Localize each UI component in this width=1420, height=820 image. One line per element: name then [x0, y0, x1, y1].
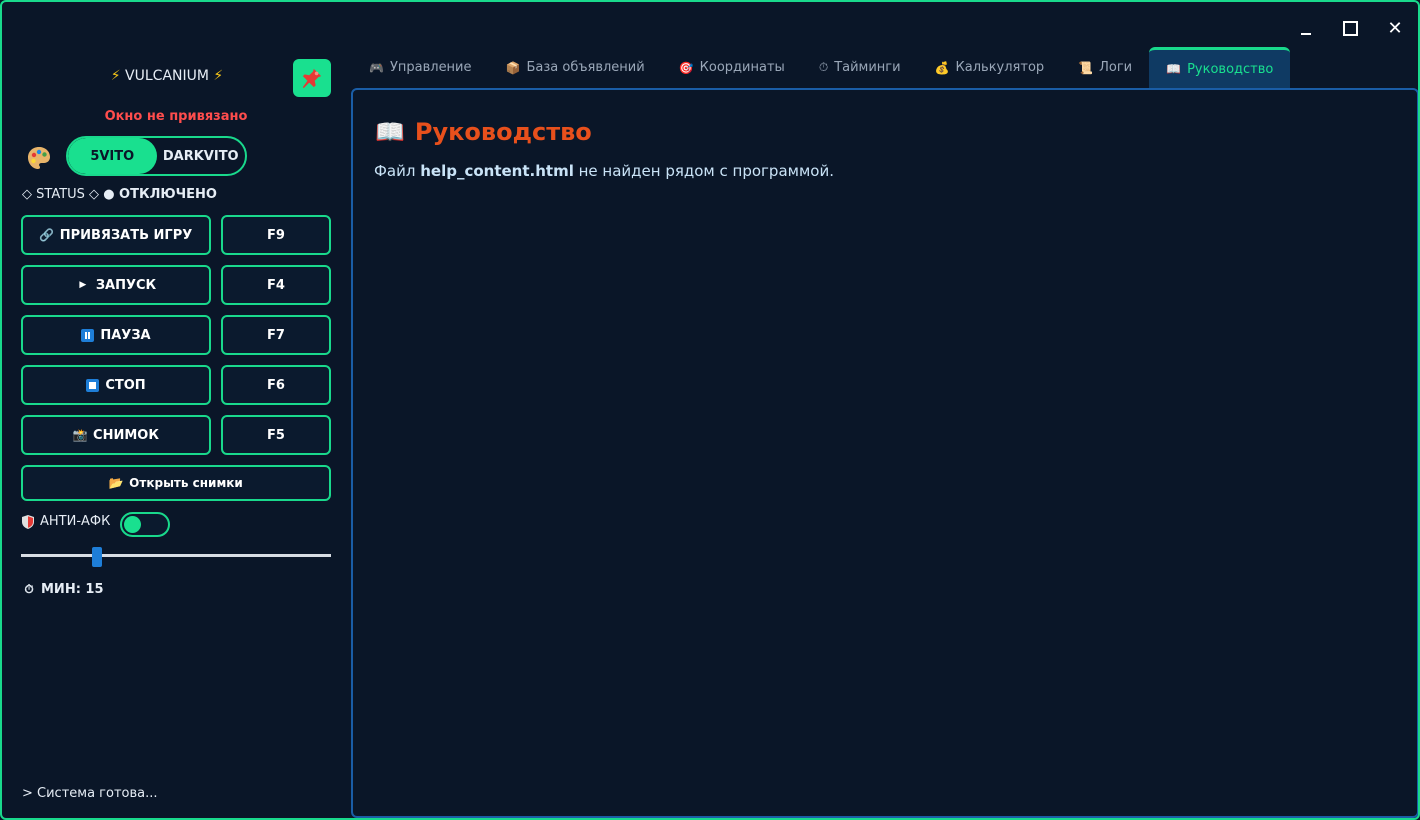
bind-game-button[interactable]: 🔗 ПРИВЯЗАТЬ ИГРУ	[21, 215, 211, 255]
pin-button[interactable]	[293, 59, 331, 97]
anti-afk-label: АНТИ-АФК	[22, 514, 110, 529]
tab-bar: 🎮 Управление 📦 База объявлений 🎯 Координ…	[352, 47, 1291, 88]
mode-switch: 5VITO DARKVITO	[66, 136, 247, 176]
status-line: ◇ STATUS ◇ ● ОТКЛЮЧЕНО	[22, 187, 217, 202]
page-title: 📖 Руководство	[375, 118, 592, 146]
open-snapshots-button[interactable]: 📂 Открыть снимки	[21, 465, 331, 501]
start-label: ЗАПУСК	[95, 277, 157, 293]
maximize-icon[interactable]	[1338, 16, 1362, 40]
minimize-icon[interactable]	[1294, 16, 1318, 40]
app-brand: ⚡ VULCANIUM ⚡	[62, 68, 272, 84]
stopwatch-icon: ⏱	[24, 582, 34, 596]
tab-logs[interactable]: 📜 Логи	[1061, 47, 1149, 88]
tab-label: Тайминги	[834, 60, 901, 75]
folder-icon: 📂	[108, 476, 124, 490]
tab-coordinates[interactable]: 🎯 Координаты	[662, 47, 802, 88]
guide-panel: 📖 Руководство Файл help_content.html не …	[351, 88, 1418, 818]
book-icon: 📖	[1166, 62, 1182, 76]
brand-name: VULCANIUM	[125, 68, 209, 84]
hotkey-snapshot-button[interactable]: F5	[221, 415, 331, 455]
missing-filename: help_content.html	[420, 162, 574, 180]
book-icon: 📖	[375, 118, 405, 146]
minutes-label: ⏱ МИН: 15	[22, 582, 104, 597]
tab-guide[interactable]: 📖 Руководство	[1149, 47, 1291, 88]
lightning-icon: ⚡	[110, 68, 121, 84]
mode-option-5vito[interactable]: 5VITO	[68, 138, 157, 174]
tab-label: Калькулятор	[955, 60, 1045, 75]
target-icon: 🎯	[678, 60, 694, 75]
minutes-value: МИН: 15	[41, 582, 104, 597]
minutes-slider-thumb[interactable]	[92, 547, 102, 567]
start-button[interactable]: ▶ ЗАПУСК	[21, 265, 211, 305]
toggle-knob	[124, 516, 141, 533]
box-icon: 📦	[505, 60, 521, 75]
anti-afk-text: АНТИ-АФК	[40, 514, 111, 529]
mode-option-darkvito[interactable]: DARKVITO	[157, 138, 246, 174]
scroll-icon: 📜	[1078, 60, 1094, 75]
snapshot-button[interactable]: 📸 СНИМОК	[21, 415, 211, 455]
stopwatch-icon: ⏱	[818, 60, 829, 74]
tab-timings[interactable]: ⏱ Тайминги	[802, 47, 918, 88]
anti-afk-toggle[interactable]	[120, 512, 170, 537]
lightning-icon: ⚡	[213, 68, 224, 84]
hotkey-stop-button[interactable]: F6	[221, 365, 331, 405]
camera-icon: 📸	[72, 428, 88, 442]
app-window: ✕ ⚡ VULCANIUM ⚡ Окно не привязано 5VITO …	[0, 0, 1420, 820]
link-icon: 🔗	[39, 228, 55, 242]
missing-file-message: Файл help_content.html не найден рядом с…	[374, 162, 834, 180]
pause-icon	[81, 328, 95, 342]
close-icon[interactable]: ✕	[1383, 16, 1407, 40]
tab-ads-database[interactable]: 📦 База объявлений	[489, 47, 662, 88]
tab-label: Управление	[389, 60, 472, 75]
status-label: ◇ STATUS ◇	[22, 187, 100, 202]
message-suffix: не найден рядом с программой.	[573, 162, 834, 180]
hotkey-bind-button[interactable]: F9	[221, 215, 331, 255]
pause-button[interactable]: ПАУЗА	[21, 315, 211, 355]
console-line: > Система готова...	[22, 786, 158, 801]
tab-label: База объявлений	[526, 60, 645, 75]
tab-calculator[interactable]: 💰 Калькулятор	[918, 47, 1062, 88]
money-bag-icon: 💰	[934, 60, 950, 75]
tab-label: Руководство	[1187, 61, 1274, 77]
stop-label: СТОП	[105, 377, 146, 393]
tab-label: Логи	[1099, 60, 1133, 75]
page-title-text: Руководство	[414, 118, 592, 146]
stop-button[interactable]: СТОП	[21, 365, 211, 405]
bind-game-label: ПРИВЯЗАТЬ ИГРУ	[59, 227, 193, 243]
pushpin-icon	[302, 68, 322, 89]
pause-label: ПАУЗА	[100, 327, 151, 343]
tab-control[interactable]: 🎮 Управление	[352, 47, 489, 88]
shield-icon	[22, 514, 34, 529]
snapshot-label: СНИМОК	[93, 427, 159, 443]
window-warning: Окно не привязано	[104, 109, 248, 124]
message-prefix: Файл	[374, 162, 421, 180]
tab-label: Координаты	[699, 60, 785, 75]
open-snapshots-label: Открыть снимки	[129, 476, 243, 490]
minutes-slider-track[interactable]	[21, 554, 331, 557]
palette-icon[interactable]	[26, 145, 52, 171]
play-icon: ▶	[79, 280, 87, 290]
gamepad-icon: 🎮	[369, 60, 384, 75]
status-value: ● ОТКЛЮЧЕНО	[103, 187, 217, 202]
hotkey-start-button[interactable]: F4	[221, 265, 331, 305]
stop-icon	[86, 378, 100, 392]
hotkey-pause-button[interactable]: F7	[221, 315, 331, 355]
